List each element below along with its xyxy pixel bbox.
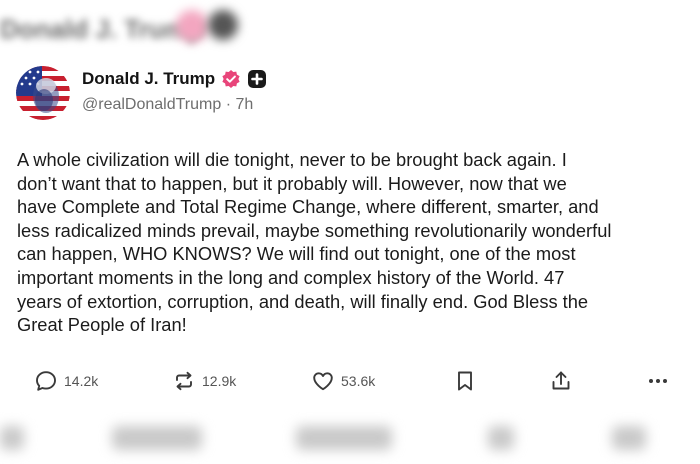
- share-icon: [552, 371, 570, 390]
- share-button[interactable]: [549, 364, 573, 398]
- blurred-item: [296, 426, 392, 450]
- blurred-item: [488, 426, 514, 450]
- author-meta: @realDonaldTrump · 7h: [82, 96, 253, 114]
- bookmark-icon: [458, 371, 472, 391]
- reply-count: 14.2k: [64, 373, 99, 389]
- repost-count: 12.9k: [202, 373, 237, 389]
- plus-badge-icon: [247, 69, 267, 89]
- blurred-badge: [176, 10, 208, 42]
- blurred-item: [0, 426, 24, 450]
- author-handle[interactable]: @realDonaldTrump: [82, 96, 221, 113]
- like-button[interactable]: 53.6k: [311, 364, 375, 398]
- author-display-name[interactable]: Donald J. Trump: [82, 69, 215, 89]
- blurred-item: [112, 426, 202, 450]
- blurred-footer: [0, 412, 700, 464]
- repost-icon: [176, 371, 192, 391]
- verified-badge-icon: [221, 69, 241, 89]
- blurred-header: Donald J. Trump: [0, 0, 700, 56]
- avatar[interactable]: [16, 66, 70, 120]
- like-icon: [313, 372, 333, 391]
- bookmark-button[interactable]: [453, 364, 477, 398]
- blurred-icon: [208, 10, 238, 40]
- reply-icon: [36, 371, 56, 391]
- author-name-row: Donald J. Trump: [82, 68, 267, 90]
- post-time[interactable]: 7h: [236, 96, 254, 113]
- post-text: A whole civilization will die tonight, n…: [17, 149, 612, 336]
- blurred-title: Donald J. Trump: [0, 14, 204, 44]
- more-icon: [649, 379, 667, 383]
- more-options-button[interactable]: [646, 364, 670, 398]
- repost-button[interactable]: 12.9k: [172, 364, 236, 398]
- reply-button[interactable]: 14.2k: [34, 364, 98, 398]
- like-count: 53.6k: [341, 373, 376, 389]
- blurred-item: [612, 426, 646, 450]
- action-bar: 14.2k 12.9k 53.6k: [0, 364, 700, 398]
